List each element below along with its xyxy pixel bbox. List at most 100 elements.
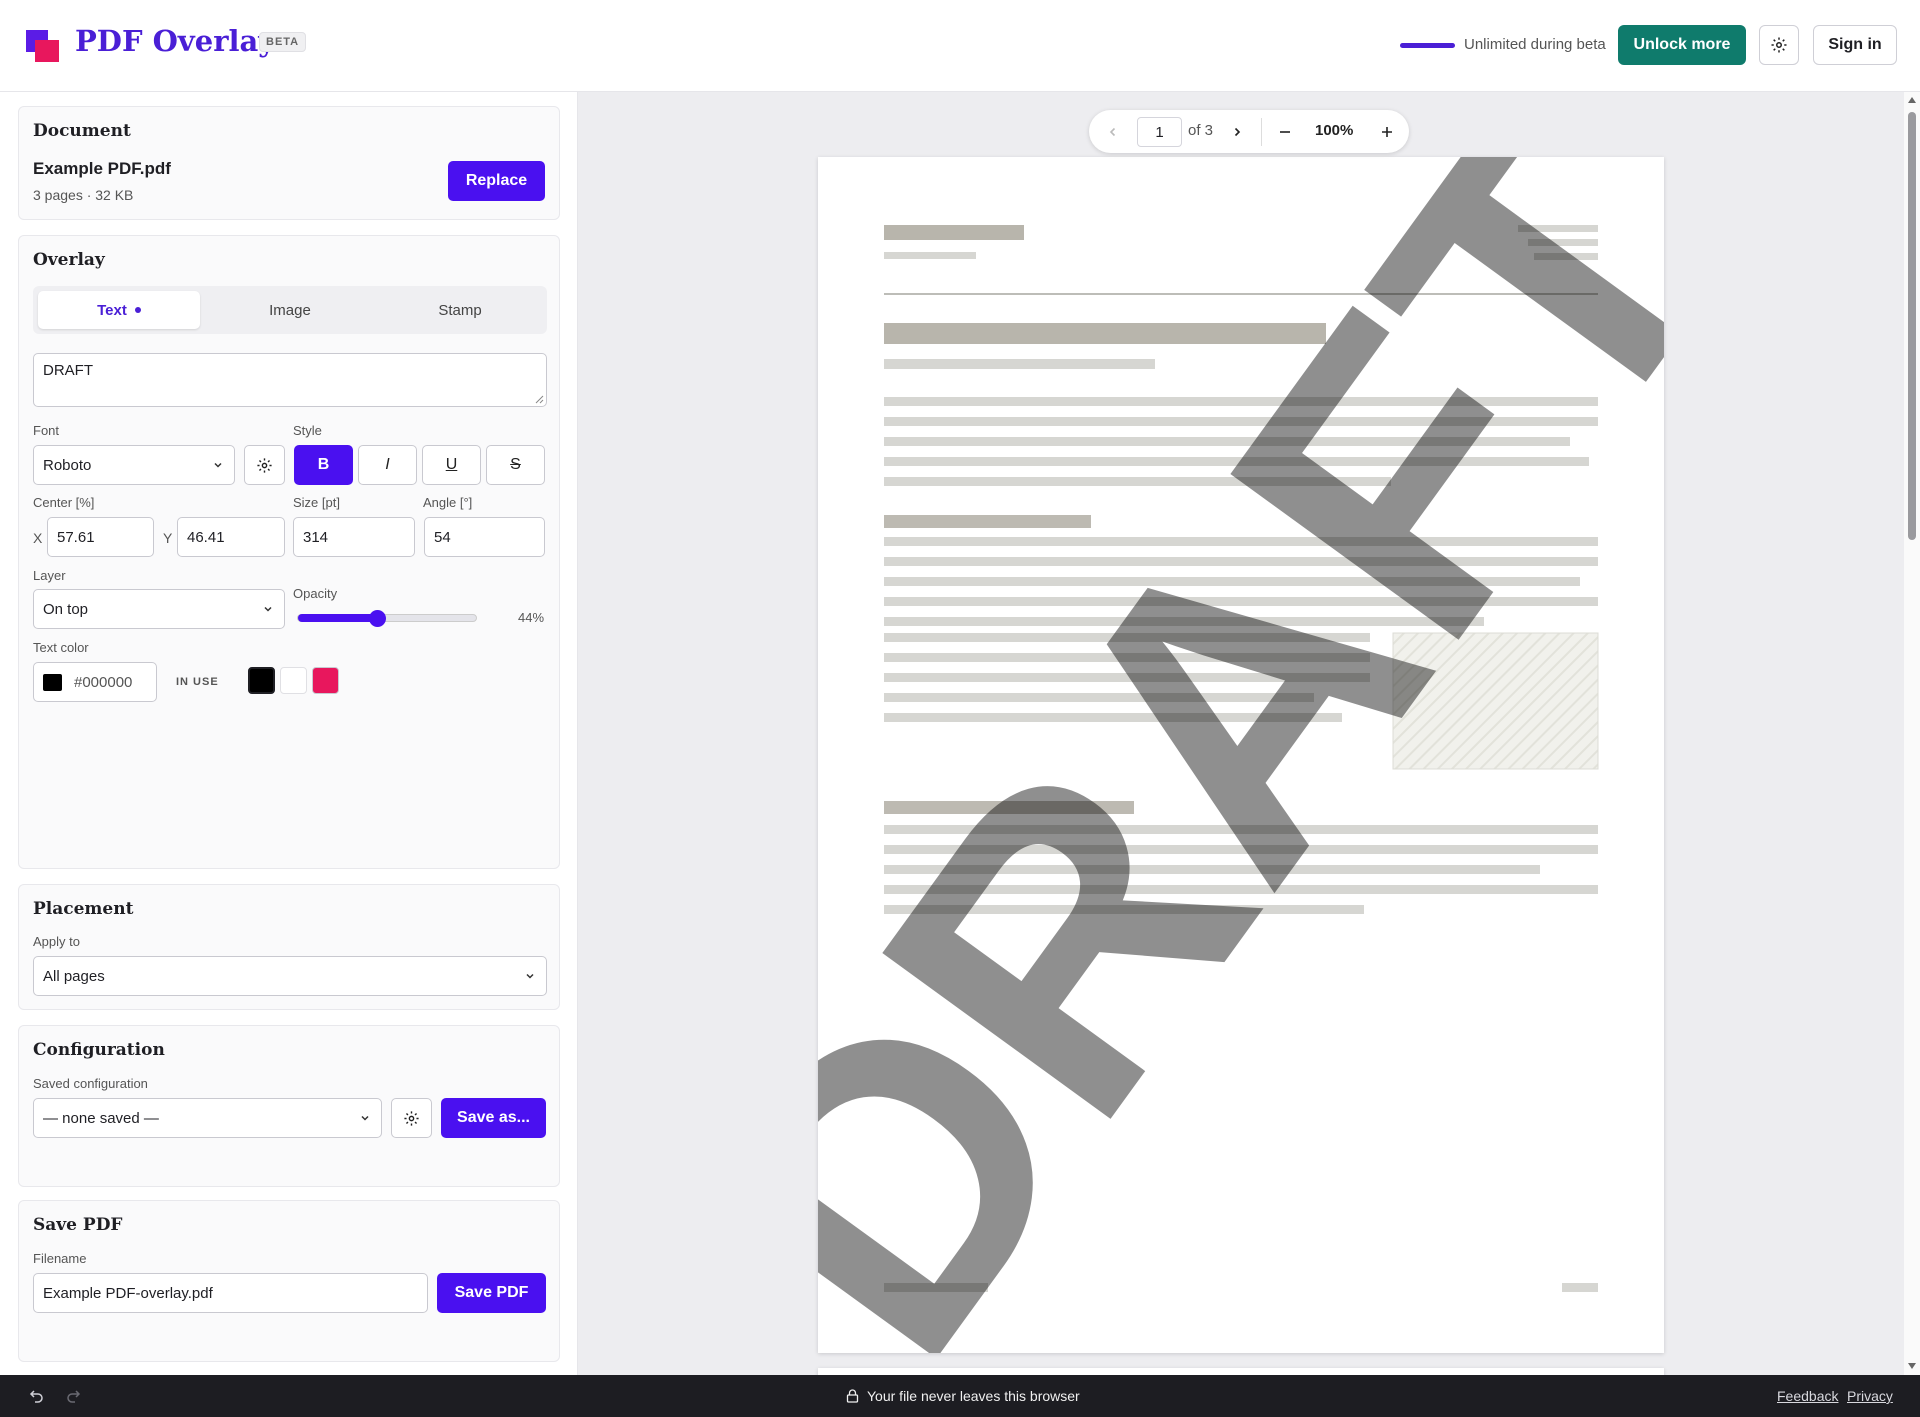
- font-select[interactable]: Roboto: [33, 445, 235, 485]
- saved-configuration-label: Saved configuration: [33, 1076, 148, 1091]
- privacy-link[interactable]: Privacy: [1847, 1388, 1893, 1404]
- placement-title: Placement: [33, 899, 134, 919]
- text-color-field[interactable]: #000000: [33, 662, 157, 702]
- x-label: X: [33, 530, 43, 546]
- usage-bar: [1400, 43, 1455, 48]
- minus-icon: [1280, 131, 1290, 133]
- center-label: Center [%]: [33, 495, 95, 510]
- save-pdf-button[interactable]: Save PDF: [437, 1273, 546, 1313]
- font-label: Font: [33, 423, 60, 438]
- tab-stamp[interactable]: Stamp: [379, 291, 541, 329]
- apply-to-value: All pages: [43, 967, 105, 985]
- save-as-button[interactable]: Save as...: [441, 1098, 546, 1138]
- strikethrough-button[interactable]: S: [486, 445, 545, 485]
- privacy-note: Your file never leaves this browser: [846, 1388, 1080, 1404]
- document-filename: Example PDF.pdf: [33, 159, 171, 178]
- saved-configuration-select[interactable]: — none saved —: [33, 1098, 382, 1138]
- zoom-in-button[interactable]: [1377, 122, 1397, 142]
- chevron-right-icon: [1234, 127, 1241, 137]
- replace-button[interactable]: Replace: [448, 161, 545, 201]
- pdf-viewer: DRAFT 1 of 3 100%: [578, 92, 1920, 1375]
- configuration-card: Configuration Saved configuration — none…: [18, 1025, 560, 1187]
- configuration-title: Configuration: [33, 1040, 165, 1060]
- text-color-value: #000000: [74, 673, 133, 691]
- zoom-out-button[interactable]: [1275, 122, 1295, 142]
- angle-input[interactable]: 54: [424, 517, 545, 557]
- beta-badge: BETA: [259, 32, 307, 52]
- in-use-label: IN USE: [176, 676, 219, 688]
- opacity-slider[interactable]: [297, 610, 477, 627]
- tab-image[interactable]: Image: [209, 291, 371, 329]
- text-color-label: Text color: [33, 640, 89, 655]
- y-label: Y: [163, 530, 173, 546]
- placement-card: Placement Apply to All pages: [18, 884, 560, 1010]
- app-header: PDF Overlay BETA Unlimited during beta U…: [0, 0, 1920, 92]
- apply-to-select[interactable]: All pages: [33, 956, 547, 996]
- page-content: DRAFT: [818, 157, 1664, 1353]
- overlay-tabs: Text Image Stamp: [33, 286, 547, 334]
- size-input[interactable]: 314: [293, 517, 415, 557]
- chevron-left-icon: [1109, 127, 1116, 137]
- font-value: Roboto: [43, 456, 92, 474]
- plus-icon: [1382, 127, 1392, 137]
- next-page-button[interactable]: [1227, 122, 1247, 142]
- center-x-input[interactable]: 57.61: [47, 517, 154, 557]
- saved-configuration-value: — none saved —: [43, 1109, 159, 1127]
- redo-icon[interactable]: [64, 1387, 82, 1405]
- scroll-down-icon[interactable]: [1907, 1362, 1917, 1370]
- size-label: Size [pt]: [293, 495, 340, 510]
- font-settings-button[interactable]: [244, 445, 285, 485]
- app-footer: Your file never leaves this browser Feed…: [0, 1375, 1920, 1417]
- apply-to-label: Apply to: [33, 934, 80, 949]
- layer-value: On top: [43, 600, 89, 618]
- sign-in-button[interactable]: Sign in: [1813, 25, 1897, 65]
- angle-label: Angle [°]: [423, 495, 473, 510]
- center-y-input[interactable]: 46.41: [177, 517, 285, 557]
- page-number-input[interactable]: 1: [1137, 117, 1182, 147]
- style-label: Style: [293, 423, 322, 438]
- lock-icon: [846, 1389, 859, 1403]
- chevron-down-icon: [361, 1115, 369, 1121]
- in-use-swatch-black[interactable]: [248, 667, 275, 694]
- tab-text[interactable]: Text: [38, 291, 200, 329]
- in-use-swatch-white[interactable]: [280, 667, 307, 694]
- italic-button[interactable]: I: [358, 445, 417, 485]
- chevron-down-icon: [264, 606, 272, 612]
- viewer-scrollbar[interactable]: [1904, 92, 1920, 1375]
- prev-page-button[interactable]: [1103, 122, 1123, 142]
- opacity-slider-fill: [298, 614, 378, 622]
- next-pdf-page: [818, 1368, 1664, 1375]
- underline-button[interactable]: U: [422, 445, 481, 485]
- color-preview-swatch: [43, 673, 62, 691]
- unlock-more-button[interactable]: Unlock more: [1618, 25, 1746, 65]
- in-use-swatch-pink[interactable]: [312, 667, 339, 694]
- overlay-text-value: DRAFT: [43, 362, 93, 379]
- layer-label: Layer: [33, 568, 66, 583]
- filename-label: Filename: [33, 1251, 87, 1266]
- layer-select[interactable]: On top: [33, 589, 285, 629]
- gear-icon: [257, 457, 272, 473]
- filename-input[interactable]: Example PDF-overlay.pdf: [33, 1273, 428, 1313]
- opacity-value: 44%: [518, 610, 545, 625]
- configuration-settings-button[interactable]: [391, 1098, 432, 1138]
- overlay-text-input[interactable]: DRAFT: [33, 353, 547, 407]
- save-pdf-card: Save PDF Filename Example PDF-overlay.pd…: [18, 1200, 560, 1362]
- gear-icon: [404, 1110, 419, 1126]
- gear-icon: [1771, 37, 1787, 53]
- page-total: of 3: [1188, 122, 1214, 139]
- settings-button[interactable]: [1759, 25, 1799, 65]
- beta-status-text: Unlimited during beta: [1464, 36, 1606, 53]
- active-dot-icon: [134, 307, 141, 313]
- control-panel: Document Example PDF.pdf 3 pages · 32 KB…: [0, 92, 578, 1375]
- scroll-up-icon[interactable]: [1907, 96, 1917, 104]
- scroll-thumb[interactable]: [1908, 112, 1916, 540]
- app-title: PDF Overlay: [75, 24, 276, 58]
- feedback-link[interactable]: Feedback: [1777, 1388, 1838, 1404]
- chevron-down-icon: [214, 462, 222, 468]
- save-pdf-title: Save PDF: [33, 1215, 123, 1235]
- bold-button[interactable]: B: [294, 445, 353, 485]
- chevron-down-icon: [526, 973, 534, 979]
- resize-handle-icon[interactable]: [535, 395, 544, 404]
- zoom-level: 100%: [1315, 122, 1354, 139]
- undo-icon[interactable]: [28, 1387, 46, 1405]
